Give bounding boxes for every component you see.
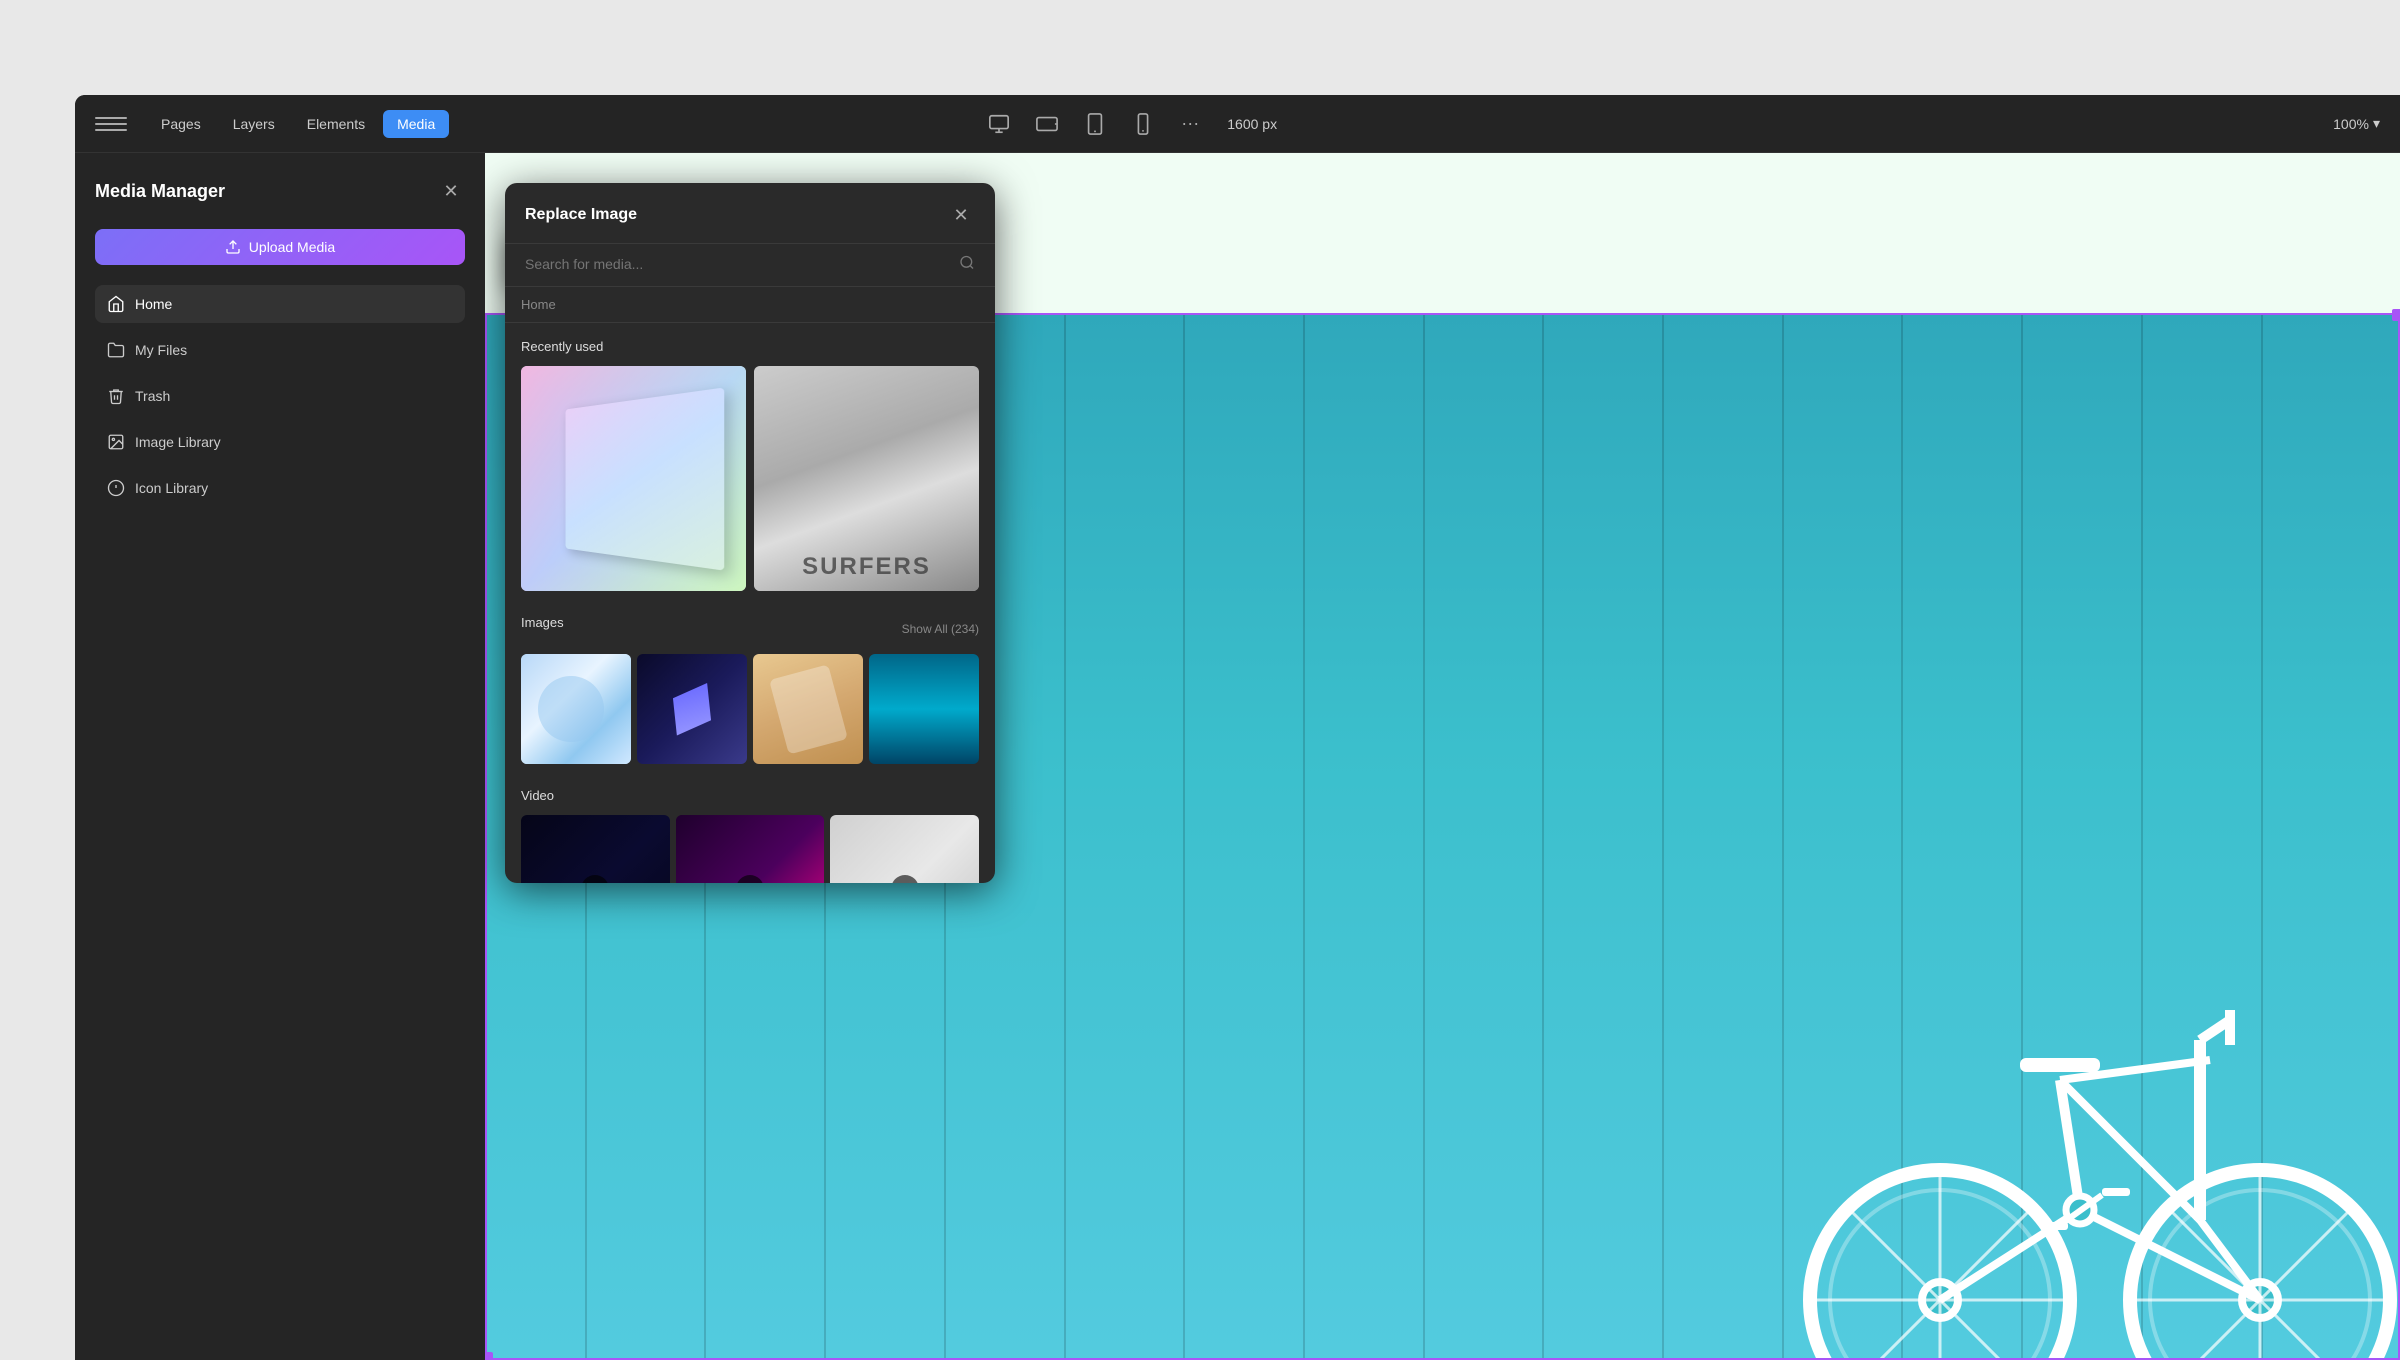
images-section-header: Images Show All (234) <box>521 615 979 642</box>
nav-media[interactable]: Media <box>383 110 449 138</box>
canvas-area: Image <box>485 153 2400 1360</box>
modal-header: Replace Image ✕ <box>505 183 995 244</box>
zoom-display[interactable]: 100% ▾ <box>2333 115 2380 132</box>
modal-search <box>505 244 995 287</box>
sidebar-item-icon-library-label: Icon Library <box>135 480 208 496</box>
sidebar-item-home-label: Home <box>135 296 172 312</box>
media-sidebar: Media Manager ✕ Upload Media Home My Fil… <box>75 153 485 1360</box>
upload-media-btn[interactable]: Upload Media <box>95 229 465 265</box>
recently-used-grid: SURFERS <box>521 366 979 591</box>
nav-pages[interactable]: Pages <box>147 110 215 138</box>
sidebar-header: Media Manager ✕ <box>95 177 465 205</box>
media-search-input[interactable] <box>521 256 979 272</box>
image-thumb-2[interactable] <box>637 654 747 764</box>
image-thumb-1[interactable] <box>521 654 631 764</box>
video-section-title: Video <box>521 788 979 803</box>
sidebar-item-icon-library[interactable]: Icon Library <box>95 469 465 507</box>
upload-media-label: Upload Media <box>249 239 335 255</box>
video-thumb-2[interactable]: ▶ <box>676 815 825 883</box>
modal-close-btn[interactable]: ✕ <box>947 201 975 229</box>
sidebar-item-image-library[interactable]: Image Library <box>95 423 465 461</box>
app-window: Pages Layers Elements Media ··· 1600 px <box>75 95 2400 1360</box>
show-all-link[interactable]: Show All (234) <box>902 622 979 636</box>
recently-used-item-2[interactable]: SURFERS <box>754 366 979 591</box>
main-content: Media Manager ✕ Upload Media Home My Fil… <box>75 153 2400 1360</box>
nav-layers[interactable]: Layers <box>219 110 289 138</box>
sidebar-title: Media Manager <box>95 181 225 202</box>
modal-title: Replace Image <box>525 206 637 224</box>
images-section: Images Show All (234) <box>521 615 979 764</box>
modal-breadcrumb: Home <box>505 287 995 323</box>
menu-icon[interactable] <box>95 108 127 140</box>
video-section: Video ▶ ▶ <box>521 788 979 883</box>
replace-image-modal: Replace Image ✕ Home <box>505 183 995 883</box>
modal-overlay: Replace Image ✕ Home <box>485 153 2400 1360</box>
video-grid: ▶ ▶ ▶ <box>521 815 979 883</box>
toolbar-more-btn[interactable]: ··· <box>1173 109 1207 138</box>
recently-used-item-1[interactable] <box>521 366 746 591</box>
sidebar-item-image-library-label: Image Library <box>135 434 221 450</box>
device-tablet-portrait-btn[interactable] <box>1077 106 1113 142</box>
images-section-title: Images <box>521 615 564 630</box>
search-icon <box>959 255 975 276</box>
toolbar-center: ··· 1600 px <box>981 106 1277 142</box>
nav-elements[interactable]: Elements <box>293 110 379 138</box>
sidebar-item-myfiles-label: My Files <box>135 342 187 358</box>
device-desktop-btn[interactable] <box>981 106 1017 142</box>
sidebar-item-home[interactable]: Home <box>95 285 465 323</box>
sidebar-item-trash-label: Trash <box>135 388 170 404</box>
toolbar-nav: Pages Layers Elements Media <box>147 110 449 138</box>
modal-body: Recently used SURFERS <box>505 323 995 883</box>
px-display: 1600 px <box>1227 116 1277 132</box>
top-toolbar: Pages Layers Elements Media ··· 1600 px <box>75 95 2400 153</box>
recently-used-title: Recently used <box>521 339 979 354</box>
image-thumb-3[interactable] <box>753 654 863 764</box>
sidebar-item-trash[interactable]: Trash <box>95 377 465 415</box>
image-thumb-4[interactable] <box>869 654 979 764</box>
close-sidebar-btn[interactable]: ✕ <box>437 177 465 205</box>
sidebar-item-myfiles[interactable]: My Files <box>95 331 465 369</box>
video-thumb-1[interactable]: ▶ <box>521 815 670 883</box>
device-tablet-landscape-btn[interactable] <box>1029 106 1065 142</box>
video-thumb-3[interactable]: ▶ <box>830 815 979 883</box>
images-grid <box>521 654 979 764</box>
device-mobile-btn[interactable] <box>1125 106 1161 142</box>
